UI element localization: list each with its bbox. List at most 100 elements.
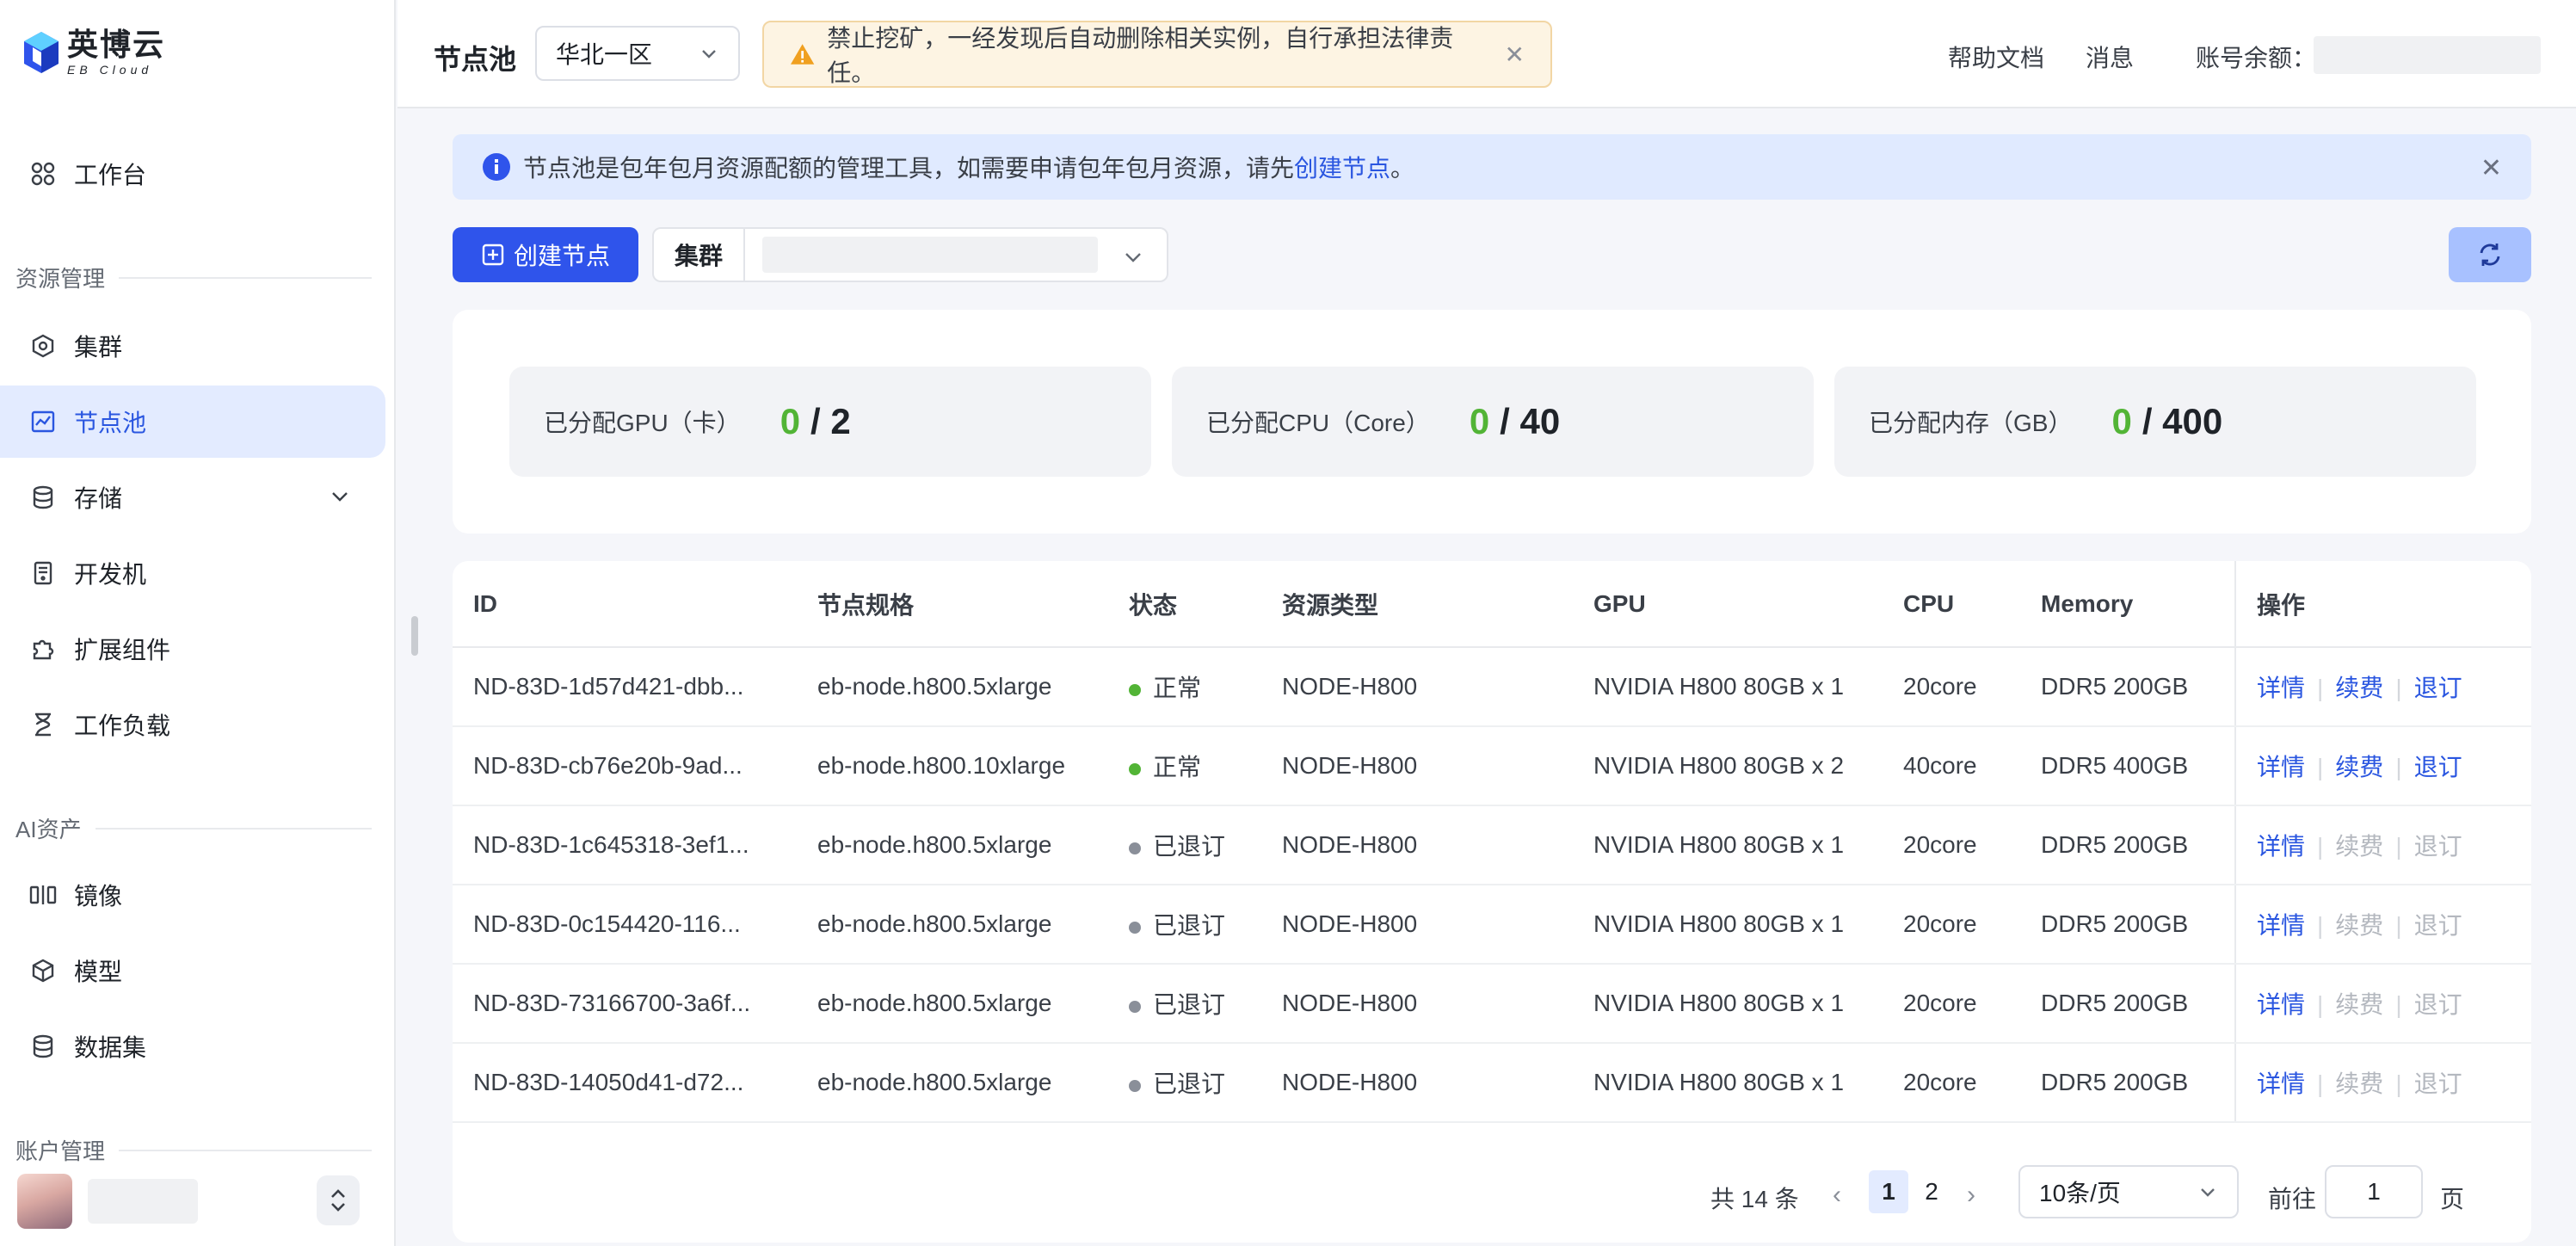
nav-workload[interactable]: 工作负载 — [0, 688, 385, 761]
pagination-total: 共 14 条 — [1710, 1186, 1799, 1212]
nav-workbench[interactable]: 工作台 — [0, 138, 385, 210]
cell-memory: DDR5 200GB — [2020, 805, 2235, 885]
cell-gpu: NVIDIA H800 80GB x 1 — [1573, 885, 1883, 965]
col-header-cpu[interactable]: CPU — [1883, 561, 2020, 648]
cell-gpu: NVIDIA H800 80GB x 2 — [1573, 726, 1883, 806]
details-link[interactable]: 详情 — [2257, 754, 2305, 780]
next-page-icon[interactable]: › — [1967, 1181, 1975, 1210]
cell-id: ND-83D-0c154420-116... — [453, 885, 797, 965]
goto-page-input[interactable]: 1 — [2325, 1165, 2423, 1218]
cell-memory: DDR5 400GB — [2020, 726, 2235, 806]
unsubscribe-link-disabled: 退订 — [2413, 833, 2462, 860]
cell-memory: DDR5 200GB — [2020, 885, 2235, 965]
stat-memory: 已分配内存（GB） 0 / 400 — [1834, 367, 2476, 477]
balance-label: 账号余额： — [2196, 45, 2317, 71]
allocation-stats-card: 已分配GPU（卡） 0 / 2 已分配CPU（Core） 0 / 40 已分配内… — [453, 310, 2531, 534]
refresh-button[interactable] — [2449, 227, 2531, 282]
nav-node-pool-label: 节点池 — [74, 410, 147, 436]
renew-link[interactable]: 续费 — [2335, 754, 2383, 780]
user-name-redacted — [88, 1179, 198, 1224]
close-icon[interactable]: ✕ — [1505, 40, 1525, 69]
cell-cpu: 20core — [1883, 1043, 2020, 1123]
cluster-select[interactable]: 集群 — [652, 227, 1168, 282]
close-icon[interactable]: ✕ — [2480, 153, 2502, 183]
nav-workload-label: 工作负载 — [74, 712, 171, 739]
cell-spec: eb-node.h800.5xlarge — [797, 964, 1108, 1044]
user-profile[interactable] — [17, 1174, 198, 1229]
stat-memory-total: 400 — [2162, 401, 2223, 441]
page-1-button[interactable]: 1 — [1869, 1170, 1908, 1213]
cell-spec: eb-node.h800.5xlarge — [797, 805, 1108, 885]
cell-actions: 详情 | 续费 | 退订 — [2234, 647, 2531, 727]
unsubscribe-link-disabled: 退订 — [2413, 991, 2462, 1018]
status-text: 已退订 — [1153, 991, 1226, 1018]
cell-type: NODE-H800 — [1261, 805, 1573, 885]
page-2-button[interactable]: 2 — [1912, 1170, 1951, 1213]
col-header-spec[interactable]: 节点规格 — [797, 561, 1108, 648]
cell-type: NODE-H800 — [1261, 885, 1573, 965]
info-text-end: 。 — [1390, 155, 1415, 182]
details-link[interactable]: 详情 — [2257, 912, 2305, 939]
region-select-value: 华北一区 — [556, 41, 653, 68]
col-header-gpu[interactable]: GPU — [1573, 561, 1883, 648]
unsubscribe-link[interactable]: 退订 — [2414, 754, 2462, 780]
cell-cpu: 40core — [1883, 726, 2020, 806]
puzzle-icon — [29, 635, 57, 663]
nav-storage[interactable]: 存储 — [0, 461, 385, 534]
stat-memory-label: 已分配内存（GB） — [1869, 410, 2073, 436]
details-link[interactable]: 详情 — [2257, 675, 2305, 701]
avatar[interactable] — [17, 1174, 72, 1229]
messages-link[interactable]: 消息 — [2086, 40, 2134, 74]
renew-link[interactable]: 续费 — [2335, 675, 2383, 701]
stat-cpu-total: 40 — [1519, 401, 1561, 441]
warning-icon — [790, 44, 815, 65]
col-header-type[interactable]: 资源类型 — [1261, 561, 1573, 648]
nav-image[interactable]: 镜像 — [0, 859, 385, 931]
col-header-status[interactable]: 状态 — [1108, 561, 1261, 648]
node-pool-icon — [29, 408, 57, 435]
brand-logo[interactable]: 英博云 EB Cloud — [22, 29, 165, 76]
cell-id: ND-83D-1d57d421-dbb... — [453, 647, 797, 727]
stat-gpu-label: 已分配GPU（卡） — [544, 410, 741, 436]
details-link[interactable]: 详情 — [2257, 1070, 2305, 1097]
cell-memory: DDR5 200GB — [2020, 1043, 2235, 1123]
renew-link-disabled: 续费 — [2335, 1070, 2384, 1097]
nav-cluster[interactable]: 集群 — [0, 310, 385, 382]
table-row: ND-83D-cb76e20b-9ad... eb-node.h800.10xl… — [453, 726, 2531, 806]
details-link[interactable]: 详情 — [2257, 991, 2305, 1018]
page-size-select[interactable]: 10条/页 — [2018, 1165, 2239, 1218]
cell-id: ND-83D-14050d41-d72... — [453, 1043, 797, 1123]
col-header-memory[interactable]: Memory — [2020, 561, 2235, 648]
nav-model[interactable]: 模型 — [0, 934, 385, 1007]
database-icon — [29, 484, 57, 511]
cell-status: 正常 — [1108, 726, 1261, 806]
prev-page-icon[interactable]: ‹ — [1833, 1181, 1841, 1210]
sidebar-scrollbar[interactable] — [411, 616, 418, 656]
col-header-id[interactable]: ID — [453, 561, 797, 648]
nav-dataset[interactable]: 数据集 — [0, 1010, 385, 1083]
create-node-link[interactable]: 创建节点 — [1294, 150, 1390, 184]
table-row: ND-83D-0c154420-116... eb-node.h800.5xla… — [453, 885, 2531, 965]
create-node-button[interactable]: 创建节点 — [453, 227, 638, 282]
warning-text: 禁止挖矿，一经发现后自动删除相关实例，自行承担法律责任。 — [827, 25, 1454, 86]
cell-type: NODE-H800 — [1261, 647, 1573, 727]
cube-icon — [29, 957, 57, 984]
nav-dev-machine[interactable]: 开发机 — [0, 537, 385, 609]
nav-dataset-label: 数据集 — [74, 1034, 147, 1061]
status-text: 正常 — [1153, 675, 1202, 701]
stat-cpu-label: 已分配CPU（Core） — [1206, 410, 1430, 436]
cell-id: ND-83D-73166700-3a6f... — [453, 964, 797, 1044]
table-row: ND-83D-1d57d421-dbb... eb-node.h800.5xla… — [453, 647, 2531, 727]
page-size-value: 10条/页 — [2039, 1180, 2121, 1206]
cell-spec: eb-node.h800.5xlarge — [797, 885, 1108, 965]
details-link[interactable]: 详情 — [2257, 833, 2305, 860]
account-switch-button[interactable] — [317, 1175, 360, 1225]
nav-extensions[interactable]: 扩展组件 — [0, 613, 385, 685]
unsubscribe-link-disabled: 退订 — [2413, 1070, 2462, 1097]
unsubscribe-link[interactable]: 退订 — [2414, 675, 2462, 701]
help-docs-link[interactable]: 帮助文档 — [1948, 40, 2044, 74]
refresh-icon — [2480, 244, 2500, 266]
renew-link-disabled: 续费 — [2335, 912, 2384, 939]
region-select[interactable]: 华北一区 — [535, 26, 740, 81]
nav-node-pool[interactable]: 节点池 — [0, 386, 385, 458]
